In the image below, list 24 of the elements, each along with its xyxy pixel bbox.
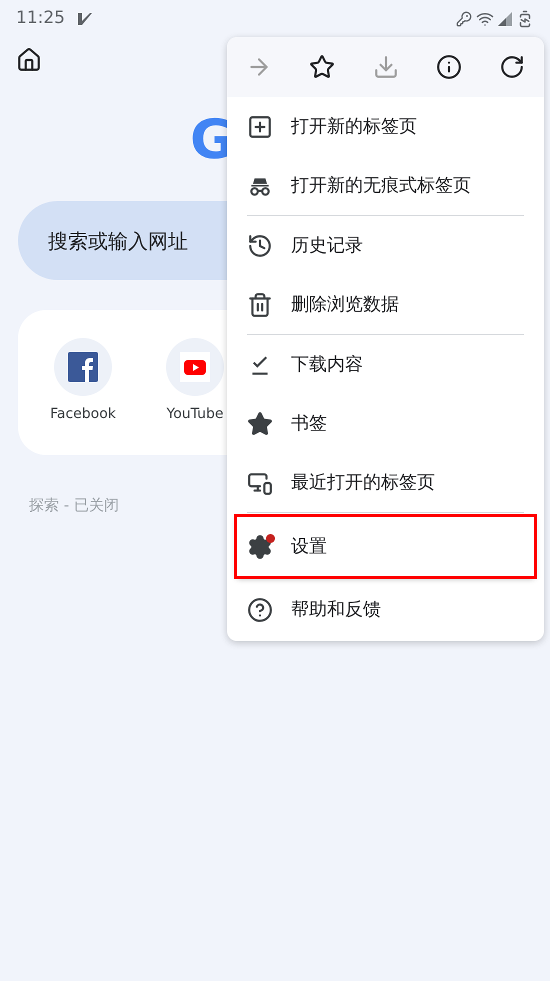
plus-square-icon: [247, 114, 273, 140]
home-icon[interactable]: [16, 47, 42, 73]
menu-item[interactable]: 打开新的标签页: [237, 97, 534, 156]
menu-item[interactable]: 帮助和反馈: [237, 580, 534, 639]
menu-item[interactable]: 打开新的无痕式标签页: [237, 156, 534, 215]
key-icon: [456, 10, 472, 26]
discover-status: 探索 - 已关闭: [29, 496, 119, 514]
shortcut-label: YouTube: [166, 405, 224, 424]
menu-item[interactable]: 删除浏览数据: [237, 275, 534, 334]
play-logo-icon: [180, 352, 210, 382]
signal-icon: [498, 12, 512, 26]
shortcut-label: Facebook: [50, 405, 116, 424]
history-icon: [247, 232, 273, 258]
trash-icon: [247, 292, 273, 318]
menu-item[interactable]: 书签: [237, 394, 534, 453]
status-time: 11:25: [16, 6, 65, 30]
menu-item[interactable]: 下载内容: [237, 335, 534, 394]
facebook-logo-icon: [68, 352, 98, 382]
menu-item[interactable]: 最近打开的标签页: [237, 453, 534, 512]
menu-item[interactable]: 设置: [237, 517, 534, 576]
menu-item[interactable]: 历史记录: [237, 216, 534, 275]
star-icon: [247, 410, 273, 436]
help-icon: [247, 596, 273, 622]
notification-icon: [77, 12, 93, 26]
